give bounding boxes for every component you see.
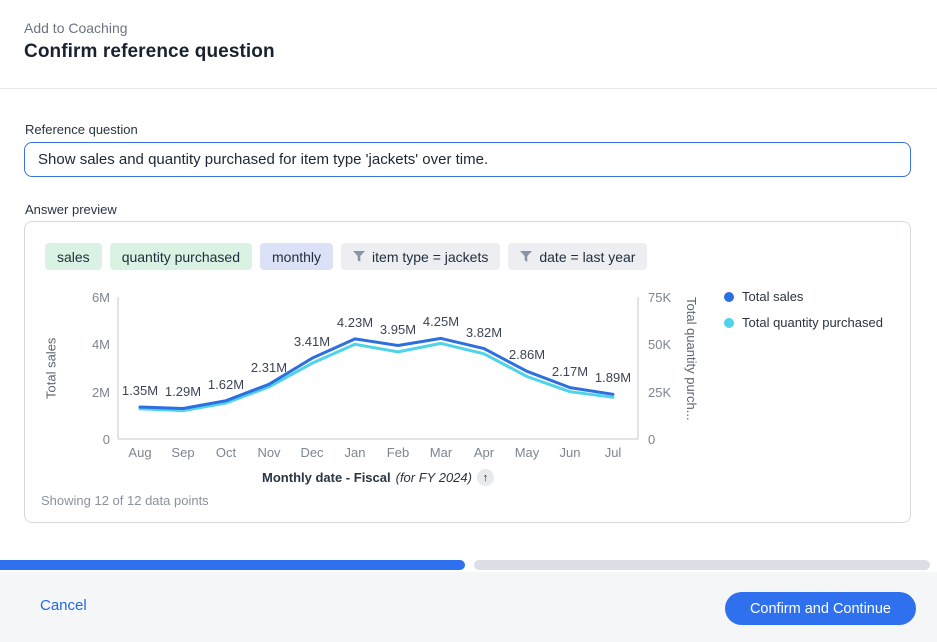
cancel-button[interactable]: Cancel <box>40 597 87 614</box>
data-point-label: 2.86M <box>495 347 559 362</box>
x-axis-tick: Sep <box>161 445 205 460</box>
x-axis-tick: Oct <box>204 445 248 460</box>
legend-item-total-quantity[interactable]: Total quantity purchased <box>724 315 883 330</box>
x-axis-tick: Feb <box>376 445 420 460</box>
legend-label: Total sales <box>742 289 803 304</box>
dialog-eyebrow: Add to Coaching <box>24 20 128 36</box>
left-axis-tick: 6M <box>50 290 110 305</box>
left-axis-tick: 0 <box>50 432 110 447</box>
token-chips-row: sales quantity purchased monthly item type … <box>45 243 910 270</box>
data-point-label: 3.41M <box>280 334 344 349</box>
chip-label: date = last year <box>539 249 635 265</box>
data-point-label: 1.62M <box>194 377 258 392</box>
progress-bar-completed <box>0 560 465 570</box>
data-point-label: 2.31M <box>237 360 301 375</box>
reference-question-label: Reference question <box>25 122 138 137</box>
dialog-footer: Cancel Confirm and Continue <box>0 572 937 642</box>
right-axis-tick: 25K <box>648 385 708 400</box>
quantity-legend-dot-icon <box>724 318 734 328</box>
chip-quantity-purchased[interactable]: quantity purchased <box>110 243 252 270</box>
left-axis-tick: 2M <box>50 385 110 400</box>
x-axis-tick: Dec <box>290 445 334 460</box>
data-point-label: 3.82M <box>452 325 516 340</box>
data-point-label: 1.89M <box>581 370 645 385</box>
answer-preview-label: Answer preview <box>25 202 117 217</box>
right-axis-tick: 50K <box>648 337 708 352</box>
x-axis-tick: Jun <box>548 445 592 460</box>
x-axis-tick: May <box>505 445 549 460</box>
page-title: Confirm reference question <box>24 41 275 63</box>
x-axis-title-text: Monthly date - Fiscal <box>262 470 391 485</box>
x-axis-title-suffix: (for FY 2024) <box>396 470 472 485</box>
x-axis-tick: Apr <box>462 445 506 460</box>
chip-monthly[interactable]: monthly <box>260 243 333 270</box>
header-divider <box>0 88 937 89</box>
x-axis-tick: Nov <box>247 445 291 460</box>
x-axis-tick: Jan <box>333 445 377 460</box>
legend-item-total-sales[interactable]: Total sales <box>724 289 883 304</box>
chip-sales[interactable]: sales <box>45 243 102 270</box>
reference-question-input[interactable] <box>24 142 911 177</box>
x-axis-title: Monthly date - Fiscal (for FY 2024) ↑ <box>118 469 638 486</box>
chip-label: sales <box>57 249 90 265</box>
chip-item-type-jackets[interactable]: item type = jackets <box>341 243 500 270</box>
progress-bar-remaining <box>474 560 930 570</box>
confirm-and-continue-button[interactable]: Confirm and Continue <box>725 592 916 625</box>
right-axis-title: Total quantity purch... <box>683 297 699 439</box>
legend-label: Total quantity purchased <box>742 315 883 330</box>
data-points-footnote: Showing 12 of 12 data points <box>41 493 910 508</box>
line-chart: Total sales Total quantity purch... Mont… <box>25 287 910 487</box>
right-axis-tick: 75K <box>648 290 708 305</box>
confirm-reference-dialog: Add to Coaching Confirm reference questi… <box>0 0 937 642</box>
chart-legend: Total sales Total quantity purchased <box>724 289 883 330</box>
left-axis-title: Total sales <box>43 297 59 439</box>
x-axis-tick: Aug <box>118 445 162 460</box>
sort-ascending-icon[interactable]: ↑ <box>477 469 494 486</box>
sales-legend-dot-icon <box>724 292 734 302</box>
chip-label: quantity purchased <box>122 249 240 265</box>
filter-icon <box>520 251 532 262</box>
chip-label: item type = jackets <box>372 249 488 265</box>
answer-preview-card: sales quantity purchased monthly item type … <box>24 221 911 523</box>
x-axis-tick: Jul <box>591 445 635 460</box>
chip-date-last-year[interactable]: date = last year <box>508 243 647 270</box>
x-axis-tick: Mar <box>419 445 463 460</box>
left-axis-tick: 4M <box>50 337 110 352</box>
filter-icon <box>353 251 365 262</box>
chip-label: monthly <box>272 249 321 265</box>
right-axis-tick: 0 <box>648 432 708 447</box>
